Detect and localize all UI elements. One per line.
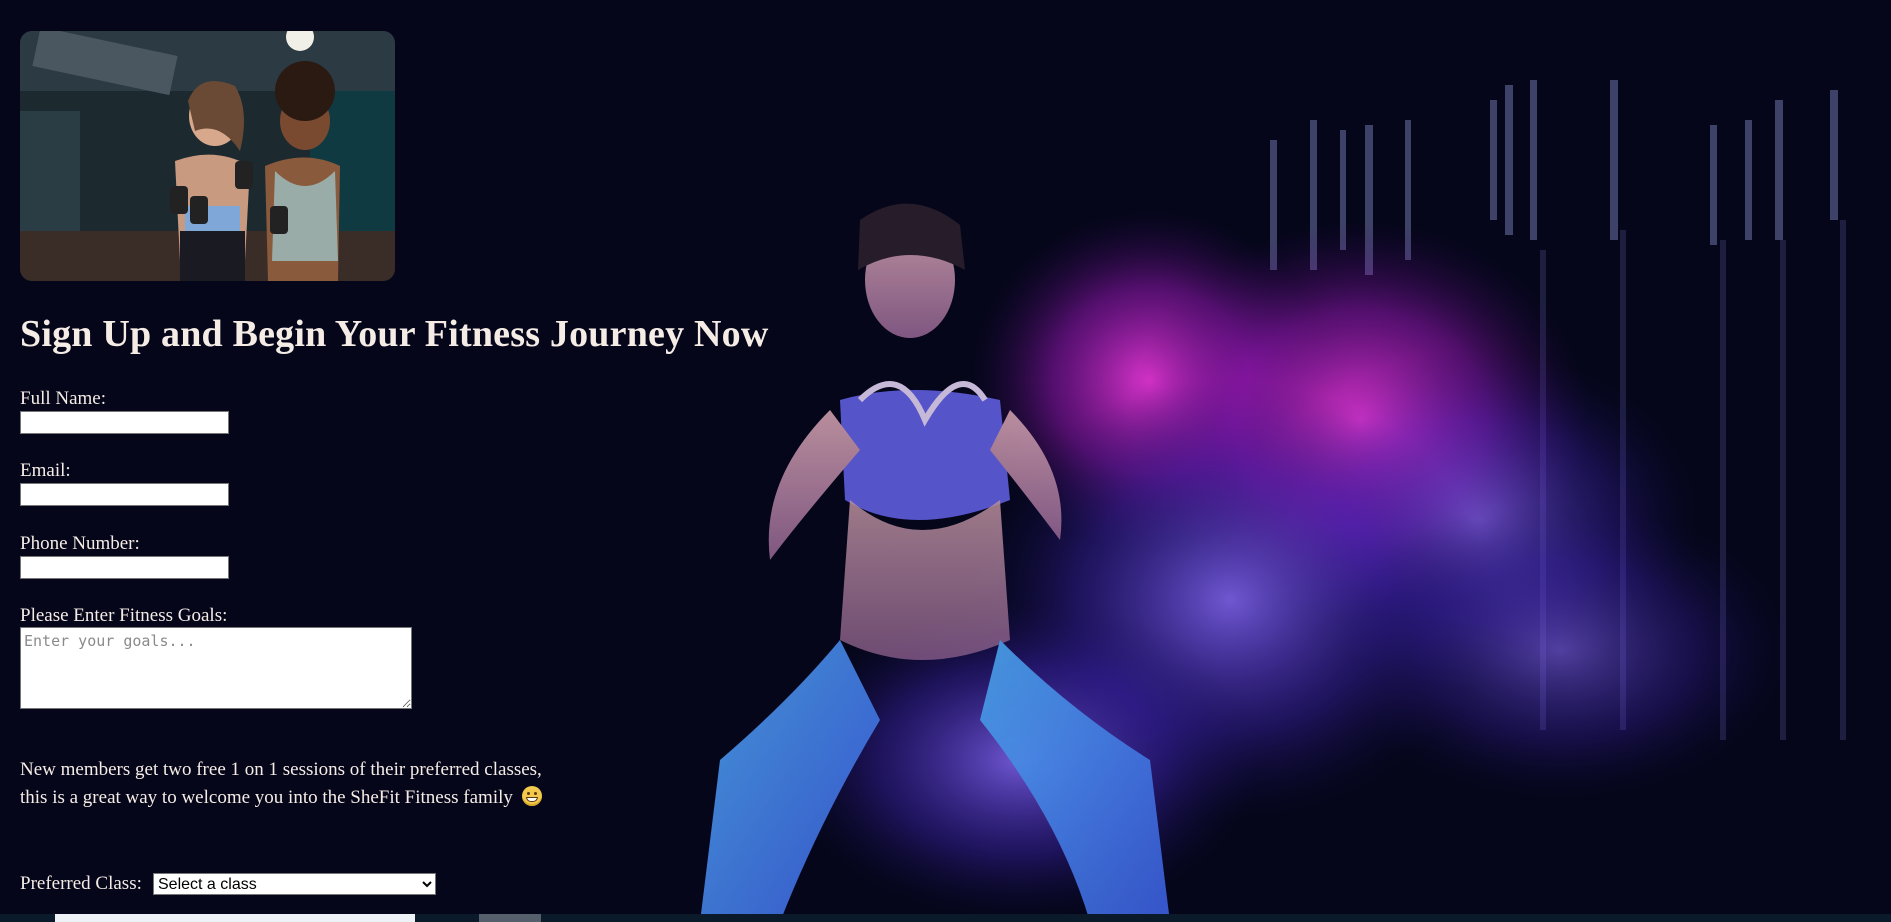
promo-line-1: New members get two free 1 on 1 sessions… [20, 759, 542, 780]
fitness-goals-label: Please Enter Fitness Goals: [20, 605, 228, 626]
preferred-class-select[interactable]: Select a class [153, 873, 436, 895]
email-label: Email: [20, 460, 71, 481]
new-member-promo: New members get two free 1 on 1 sessions… [20, 756, 600, 812]
promo-line-2: this is a great way to welcome you into … [20, 787, 513, 808]
grinning-face-emoji-icon [521, 786, 542, 806]
phone-number-input[interactable] [20, 556, 229, 579]
phone-number-label: Phone Number: [20, 533, 140, 554]
full-name-label: Full Name: [20, 388, 107, 409]
footer-card-partial [55, 914, 415, 922]
preferred-class-label: Preferred Class: [20, 873, 142, 894]
fitness-goals-textarea[interactable] [20, 627, 412, 709]
footer-block-partial [479, 914, 541, 922]
email-input[interactable] [20, 483, 229, 506]
page-title: Sign Up and Begin Your Fitness Journey N… [20, 313, 769, 355]
hero-photo-women-dumbbells [20, 31, 395, 281]
full-name-input[interactable] [20, 411, 229, 434]
signup-page: Sign Up and Begin Your Fitness Journey N… [0, 0, 1891, 922]
